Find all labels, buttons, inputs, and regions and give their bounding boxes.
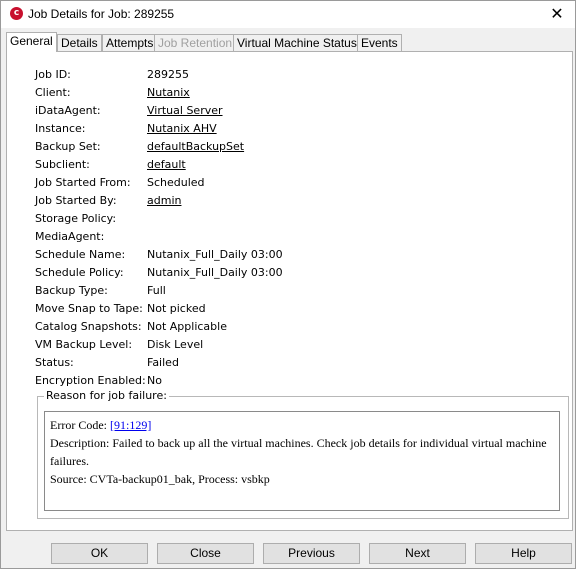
move-snap-value: Not picked xyxy=(147,302,206,315)
ok-button[interactable]: OK xyxy=(51,543,148,564)
error-code-link[interactable]: [91:129] xyxy=(110,418,151,432)
close-button[interactable]: Close xyxy=(157,543,254,564)
schedule-name-value: Nutanix_Full_Daily 03:00 xyxy=(147,248,283,261)
button-bar: OK Close Previous Next Help xyxy=(1,536,575,566)
help-button[interactable]: Help xyxy=(475,543,572,564)
general-panel: Job ID: 289255 Client: Nutanix iDataAgen… xyxy=(6,51,573,531)
error-code-label: Error Code: xyxy=(50,418,110,432)
tab-events[interactable]: Events xyxy=(357,34,402,51)
tab-virtual-machine-status[interactable]: Virtual Machine Status xyxy=(233,34,361,51)
instance-link[interactable]: Nutanix AHV xyxy=(147,121,217,137)
job-id-label: Job ID: xyxy=(35,68,71,81)
schedule-policy-value: Nutanix_Full_Daily 03:00 xyxy=(147,266,283,279)
backup-type-value: Full xyxy=(147,284,166,297)
client-label: Client: xyxy=(35,86,71,99)
commvault-app-icon: c xyxy=(10,7,23,20)
failure-reason-text[interactable]: Error Code: [91:129] Description: Failed… xyxy=(44,411,560,511)
job-id-value: 289255 xyxy=(147,68,189,81)
job-started-from-value: Scheduled xyxy=(147,176,205,189)
vm-backup-level-value: Disk Level xyxy=(147,338,204,351)
job-started-by-link[interactable]: admin xyxy=(147,193,181,209)
next-button[interactable]: Next xyxy=(369,543,466,564)
job-started-by-label: Job Started By: xyxy=(35,194,117,207)
failure-source: Source: CVTa-backup01_bak, Process: vsbk… xyxy=(50,472,270,486)
catalog-snapshots-value: Not Applicable xyxy=(147,320,227,333)
tab-details[interactable]: Details xyxy=(57,34,102,51)
idataagent-link[interactable]: Virtual Server xyxy=(147,103,223,119)
subclient-link[interactable]: default xyxy=(147,157,186,173)
job-details-window: c Job Details for Job: 289255 ✕ General … xyxy=(0,0,576,569)
media-agent-label: MediaAgent: xyxy=(35,230,105,243)
idataagent-label: iDataAgent: xyxy=(35,104,101,117)
tab-job-retention: Job Retention xyxy=(154,34,237,51)
schedule-policy-label: Schedule Policy: xyxy=(35,266,124,279)
backup-set-link[interactable]: defaultBackupSet xyxy=(147,139,244,155)
close-window-button[interactable]: ✕ xyxy=(545,3,569,25)
encryption-label: Encryption Enabled: xyxy=(35,374,146,387)
title-bar: c Job Details for Job: 289255 ✕ xyxy=(1,1,575,28)
move-snap-label: Move Snap to Tape: xyxy=(35,302,143,315)
schedule-name-label: Schedule Name: xyxy=(35,248,126,261)
storage-policy-label: Storage Policy: xyxy=(35,212,117,225)
instance-label: Instance: xyxy=(35,122,86,135)
client-link[interactable]: Nutanix xyxy=(147,85,190,101)
previous-button[interactable]: Previous xyxy=(263,543,360,564)
subclient-label: Subclient: xyxy=(35,158,90,171)
failure-description: Description: Failed to back up all the v… xyxy=(50,436,547,468)
tab-attempts[interactable]: Attempts xyxy=(102,34,158,51)
backup-set-label: Backup Set: xyxy=(35,140,101,153)
backup-type-label: Backup Type: xyxy=(35,284,108,297)
window-title: Job Details for Job: 289255 xyxy=(28,7,175,21)
job-started-from-label: Job Started From: xyxy=(35,176,131,189)
vm-backup-level-label: VM Backup Level: xyxy=(35,338,133,351)
tab-general[interactable]: General xyxy=(6,32,57,52)
status-label: Status: xyxy=(35,356,74,369)
encryption-value: No xyxy=(147,374,162,387)
error-code-line: Error Code: [91:129] xyxy=(50,416,554,434)
failure-reason-group: Reason for job failure: Error Code: [91:… xyxy=(37,389,569,519)
failure-reason-legend: Reason for job failure: xyxy=(44,389,169,402)
catalog-snapshots-label: Catalog Snapshots: xyxy=(35,320,142,333)
status-value: Failed xyxy=(147,356,179,369)
